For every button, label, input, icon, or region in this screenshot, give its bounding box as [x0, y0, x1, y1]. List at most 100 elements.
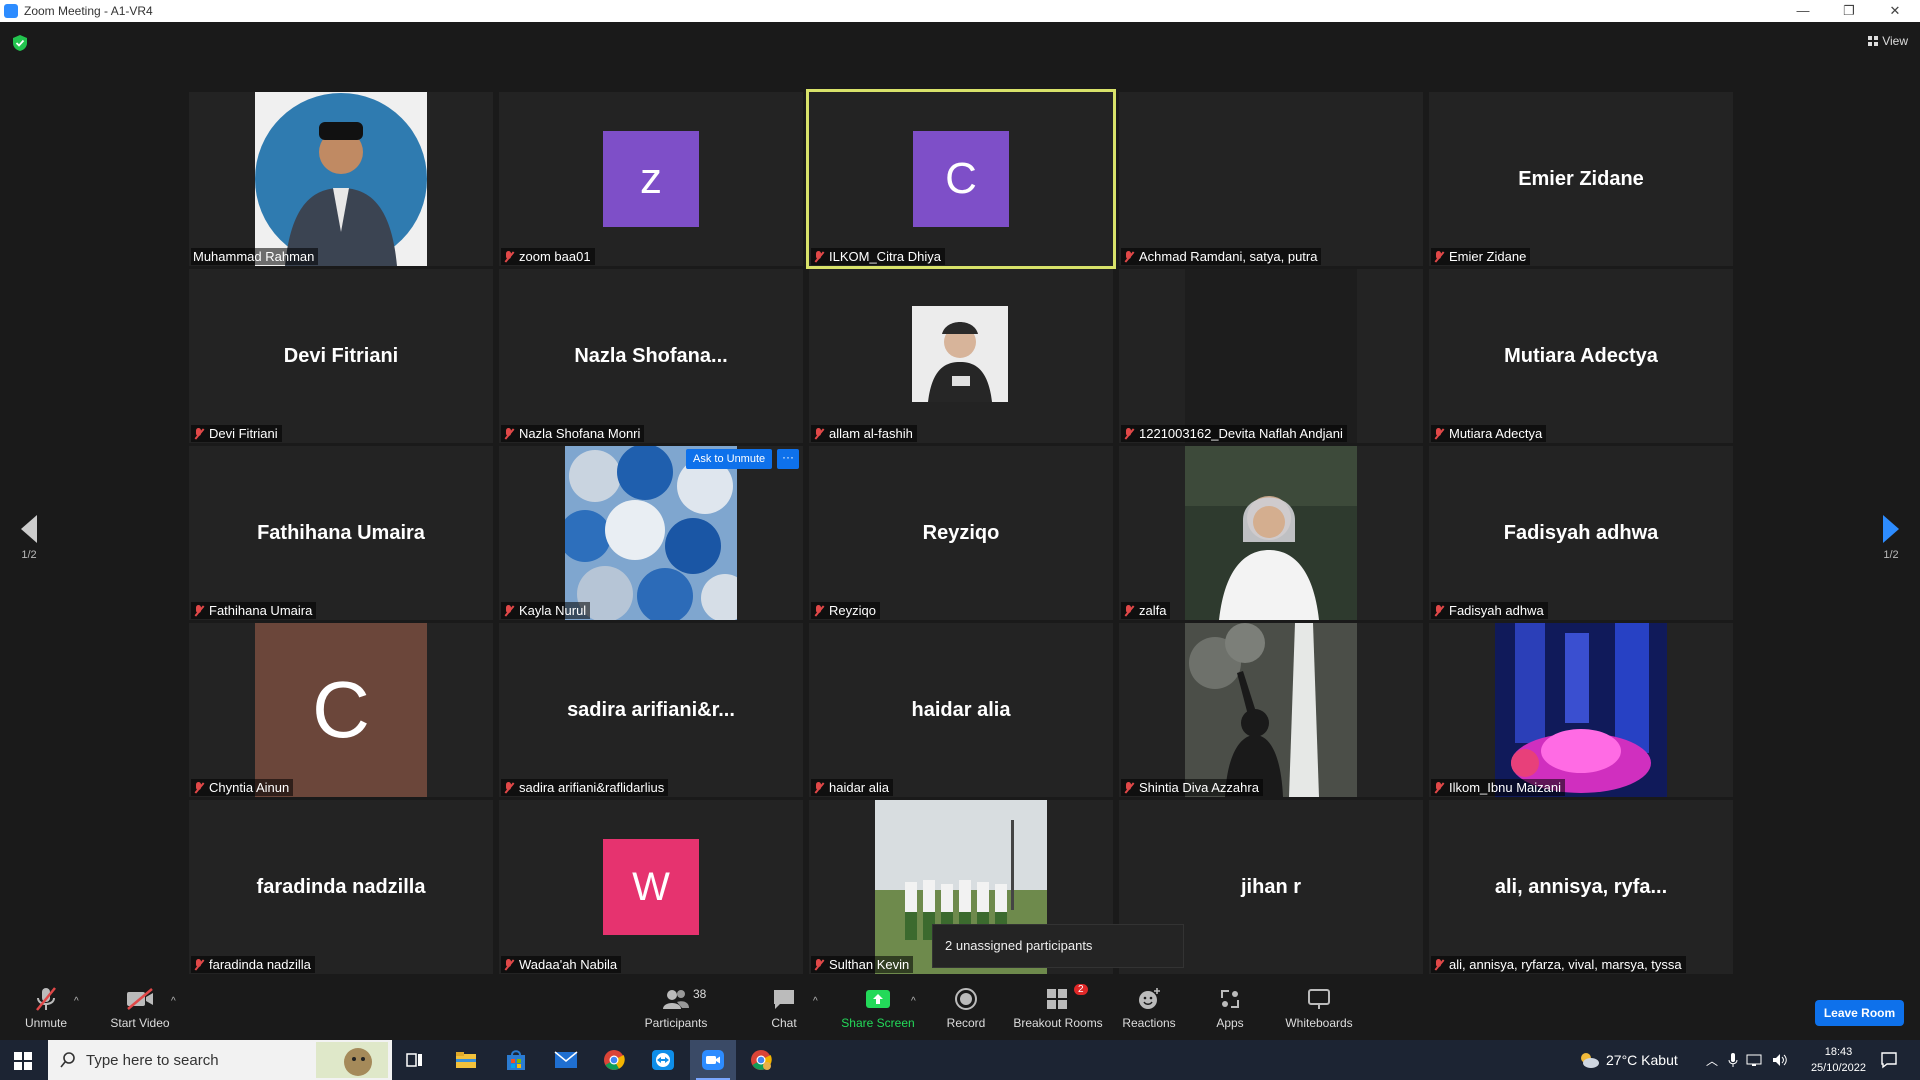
apps-label: Apps: [1216, 1016, 1244, 1030]
zoom-taskbar-button[interactable]: [690, 1040, 736, 1080]
start-video-button[interactable]: Start Video: [104, 976, 176, 1040]
reactions-button[interactable]: Reactions: [1120, 976, 1178, 1040]
participant-tile[interactable]: Achmad Ramdani, satya, putra: [1119, 92, 1423, 266]
security-shield-icon[interactable]: [12, 34, 28, 52]
participant-name-tag: Emier Zidane: [1431, 248, 1531, 265]
chrome-profile-icon[interactable]: [750, 1049, 772, 1071]
participant-name: haidar alia: [829, 780, 889, 795]
notifications-icon[interactable]: [1880, 1051, 1898, 1069]
muted-mic-icon: [193, 781, 205, 794]
microsoft-store-icon[interactable]: [505, 1049, 527, 1071]
participant-tile[interactable]: Mutiara Adectya Mutiara Adectya: [1429, 269, 1733, 443]
network-icon[interactable]: [1746, 1053, 1764, 1067]
participant-name-tag: faradinda nadzilla: [191, 956, 315, 973]
participant-tile[interactable]: zalfa: [1119, 446, 1423, 620]
taskbar-search-box[interactable]: Type here to search: [48, 1040, 392, 1080]
more-options-button[interactable]: ···: [777, 449, 799, 469]
restore-button[interactable]: ❐: [1826, 0, 1872, 22]
minimize-button[interactable]: —: [1780, 0, 1826, 22]
view-label: View: [1882, 34, 1908, 48]
breakout-rooms-button[interactable]: 2 Breakout Rooms: [1010, 976, 1106, 1040]
smiley-icon: [1137, 986, 1161, 1012]
participant-tile[interactable]: z zoom baa01: [499, 92, 803, 266]
participant-name: Fadisyah adhwa: [1449, 603, 1544, 618]
audio-options-caret-icon[interactable]: ^: [74, 996, 79, 1007]
participant-tile[interactable]: C Chyntia Ainun: [189, 623, 493, 797]
share-screen-button[interactable]: Share Screen: [836, 976, 920, 1040]
chat-options-caret-icon[interactable]: ^: [813, 996, 818, 1007]
file-explorer-icon[interactable]: [455, 1050, 477, 1070]
task-view-icon[interactable]: [406, 1051, 424, 1069]
share-options-caret-icon[interactable]: ^: [911, 996, 916, 1007]
grid-view-icon: [1868, 36, 1879, 46]
muted-mic-icon: [1123, 604, 1135, 617]
participant-name: zoom baa01: [519, 249, 591, 264]
unassigned-participants-tooltip: 2 unassigned participants: [932, 924, 1184, 968]
muted-mic-icon: [503, 604, 515, 617]
apps-button[interactable]: Apps: [1210, 976, 1250, 1040]
participant-tile[interactable]: sadira arifiani&r... sadira arifiani&raf…: [499, 623, 803, 797]
unmute-button[interactable]: Unmute: [14, 976, 78, 1040]
taskbar-clock[interactable]: 18:43 25/10/2022: [1811, 1044, 1866, 1076]
record-button[interactable]: Record: [940, 976, 992, 1040]
show-hidden-icons-icon[interactable]: ︿: [1706, 1052, 1718, 1069]
participant-tile[interactable]: faradinda nadzilla faradinda nadzilla: [189, 800, 493, 974]
video-off-icon: [125, 986, 155, 1012]
next-page-button[interactable]: 1/2: [1876, 515, 1906, 561]
muted-mic-icon: [1433, 427, 1445, 440]
leave-room-button[interactable]: Leave Room: [1815, 1000, 1904, 1026]
participant-name: ali, annisya, ryfarza, vival, marsya, ty…: [1449, 957, 1682, 972]
video-options-caret-icon[interactable]: ^: [171, 996, 176, 1007]
participant-name: Kayla Nurul: [519, 603, 587, 618]
reactions-label: Reactions: [1122, 1016, 1176, 1030]
window-title: Zoom Meeting - A1-VR4: [24, 4, 153, 18]
participant-tile[interactable]: ali, annisya, ryfa... ali, annisya, ryfa…: [1429, 800, 1733, 974]
participant-tile[interactable]: Fathihana Umaira Fathihana Umaira: [189, 446, 493, 620]
participant-tile[interactable]: allam al-fashih: [809, 269, 1113, 443]
view-button[interactable]: View: [1868, 34, 1908, 48]
weather-widget[interactable]: 27°C Kabut: [1578, 1040, 1678, 1080]
participant-tile[interactable]: 1221003162_Devita Naflah Andjani: [1119, 269, 1423, 443]
participant-tile[interactable]: Devi Fitriani Devi Fitriani: [189, 269, 493, 443]
participant-name: ILKOM_Citra Dhiya: [829, 249, 941, 264]
chrome-icon[interactable]: [603, 1049, 625, 1071]
whiteboards-button[interactable]: Whiteboards: [1280, 976, 1358, 1040]
participant-name: zalfa: [1139, 603, 1167, 618]
participant-tile[interactable]: W Wadaa'ah Nabila: [499, 800, 803, 974]
zoom-logo-icon: [4, 4, 18, 18]
share-screen-icon: [865, 986, 891, 1012]
participant-tile[interactable]: Nazla Shofana... Nazla Shofana Monri: [499, 269, 803, 443]
participant-avatar: C: [255, 623, 427, 797]
microphone-tray-icon[interactable]: [1728, 1052, 1738, 1068]
participant-avatar: W: [603, 839, 699, 935]
city-fountain-photo: [1495, 623, 1667, 797]
participants-button[interactable]: 38 Participants: [636, 976, 716, 1040]
prev-page-button[interactable]: 1/2: [14, 515, 44, 561]
participant-name: Achmad Ramdani, satya, putra: [1139, 249, 1318, 264]
chat-button[interactable]: Chat: [762, 976, 806, 1040]
teamviewer-icon[interactable]: [651, 1049, 675, 1071]
page-indicator-right: 1/2: [1883, 549, 1899, 561]
participant-name: Shintia Diva Azzahra: [1139, 780, 1259, 795]
participant-tile[interactable]: Muhammad Rahman: [189, 92, 493, 266]
participant-name-tag: ILKOM_Citra Dhiya: [811, 248, 945, 265]
volume-icon[interactable]: [1772, 1053, 1788, 1067]
participant-tile[interactable]: Reyziqo Reyziqo: [809, 446, 1113, 620]
active-speaker-tile[interactable]: C ILKOM_Citra Dhiya: [806, 89, 1116, 269]
participant-tile[interactable]: haidar alia haidar alia: [809, 623, 1113, 797]
mail-icon[interactable]: [554, 1051, 578, 1069]
participant-display-name: Devi Fitriani: [283, 344, 399, 367]
participant-name-tag: 1221003162_Devita Naflah Andjani: [1121, 425, 1347, 442]
participant-tile[interactable]: Shintia Diva Azzahra: [1119, 623, 1423, 797]
muted-mic-icon: [1433, 250, 1445, 263]
participant-name: Mutiara Adectya: [1449, 426, 1543, 441]
participant-tile[interactable]: Ilkom_Ibnu Maizani: [1429, 623, 1733, 797]
windows-start-icon[interactable]: [14, 1052, 32, 1070]
participant-tile[interactable]: Kayla Nurul: [499, 446, 803, 620]
ask-to-unmute-button[interactable]: Ask to Unmute: [686, 449, 773, 469]
close-button[interactable]: ✕: [1872, 0, 1918, 22]
search-placeholder: Type here to search: [86, 1052, 219, 1069]
participant-tile[interactable]: Emier Zidane Emier Zidane: [1429, 92, 1733, 266]
participant-name-tag: Devi Fitriani: [191, 425, 282, 442]
participant-tile[interactable]: Fadisyah adhwa Fadisyah adhwa: [1429, 446, 1733, 620]
